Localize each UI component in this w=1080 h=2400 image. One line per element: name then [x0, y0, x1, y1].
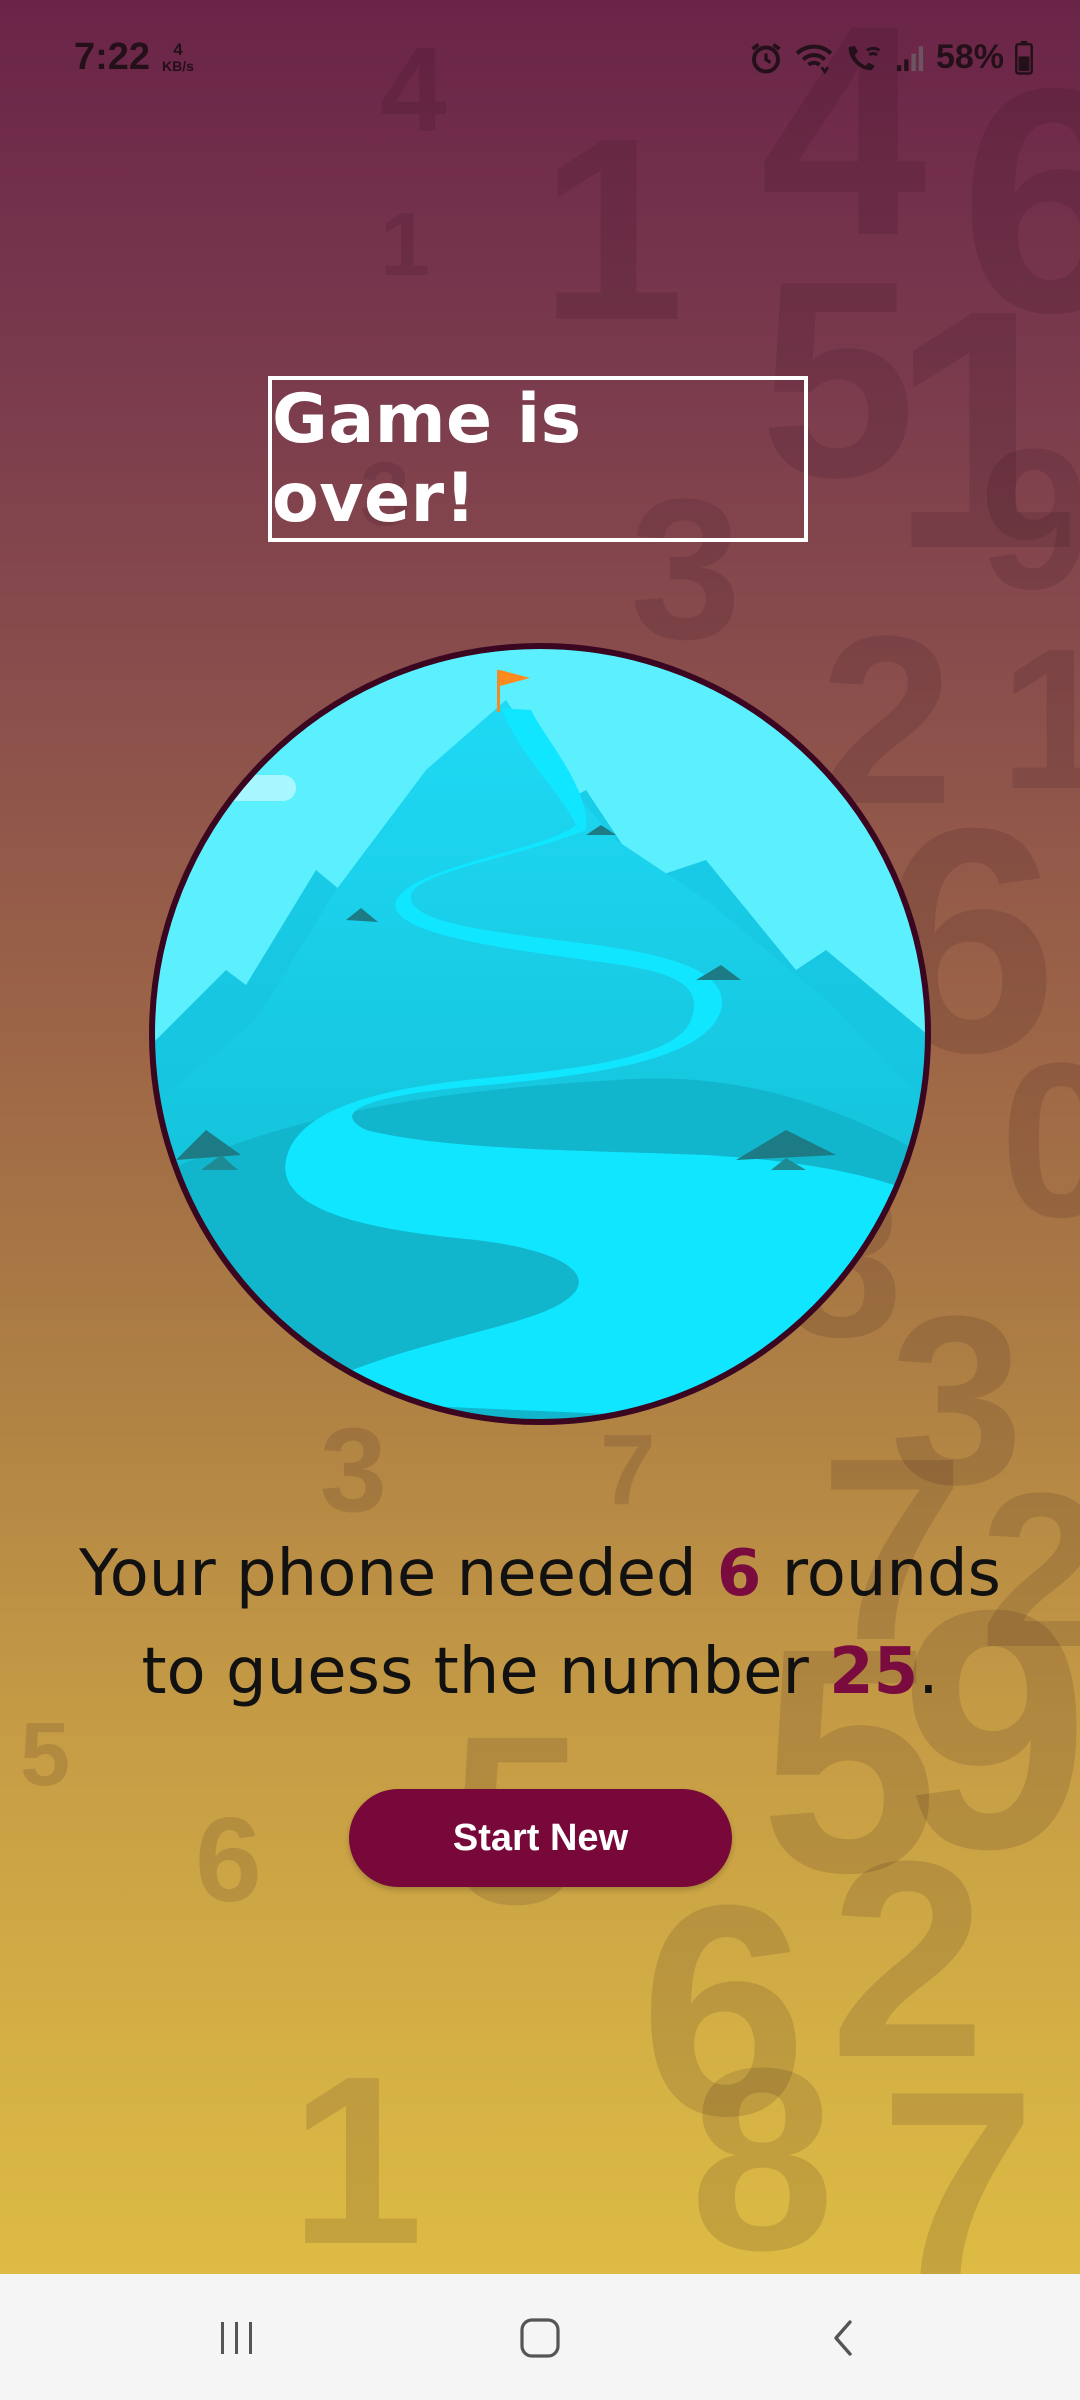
page-title: Game is over!: [272, 380, 582, 538]
recents-icon: [221, 2322, 252, 2354]
target-number: 25: [829, 1635, 919, 1709]
home-button[interactable]: [510, 2308, 570, 2368]
battery-icon: [1015, 40, 1033, 75]
network-speed-value: 4: [173, 40, 183, 59]
wifi-icon: [795, 44, 833, 74]
clock: 7:22: [74, 36, 151, 78]
game-over-screen: 4 1 4 6 1 5 1 9 3 3 2 1 6 0 8 3 3 7 7 2 …: [0, 0, 1080, 2274]
recents-button[interactable]: [207, 2308, 267, 2368]
network-speed: 4 KB/s: [162, 40, 194, 73]
navigation-bar: [0, 2274, 1080, 2400]
back-icon: [834, 2320, 852, 2356]
summary-suffix: .: [918, 1635, 939, 1709]
mountain-summit-image: [149, 643, 931, 1425]
summary-prefix: Your phone needed: [79, 1537, 717, 1611]
wifi-calling-icon: [848, 45, 881, 70]
start-new-button[interactable]: Start New: [349, 1789, 732, 1887]
network-speed-unit: KB/s: [162, 58, 194, 74]
battery-percent: 58%: [935, 38, 1004, 76]
rounds-count: 6: [716, 1537, 762, 1611]
game-summary-text: Your phone needed 6 rounds to guess the …: [40, 1525, 1040, 1721]
status-bar: 7:22 4 KB/s 58%: [0, 0, 1080, 120]
signal-icon: [896, 45, 924, 71]
back-button[interactable]: [813, 2308, 873, 2368]
alarm-icon: [751, 42, 781, 73]
home-icon: [520, 2318, 560, 2358]
title-box: Game is over!: [268, 376, 808, 542]
